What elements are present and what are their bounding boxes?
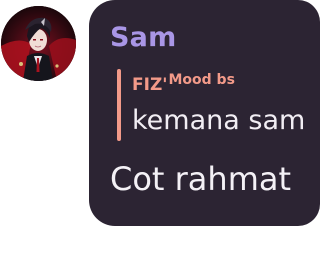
reply-author-name: FIZ' [132, 75, 168, 95]
chat-message-row: Sam FIZ'Mood bs kemana sam Cot rahmat [0, 0, 320, 274]
sender-name[interactable]: Sam [110, 22, 176, 53]
reply-text: kemana sam [132, 105, 306, 136]
avatar[interactable] [1, 6, 76, 81]
avatar-image [1, 6, 76, 81]
message-bubble[interactable]: Sam FIZ'Mood bs kemana sam Cot rahmat [89, 0, 320, 226]
reply-author: FIZ'Mood bs [132, 72, 235, 95]
reply-accent-bar [117, 69, 121, 141]
message-text: Cot rahmat [110, 160, 292, 198]
reply-quote[interactable]: FIZ'Mood bs kemana sam [117, 66, 320, 142]
reply-author-tag: Mood bs [168, 72, 235, 88]
